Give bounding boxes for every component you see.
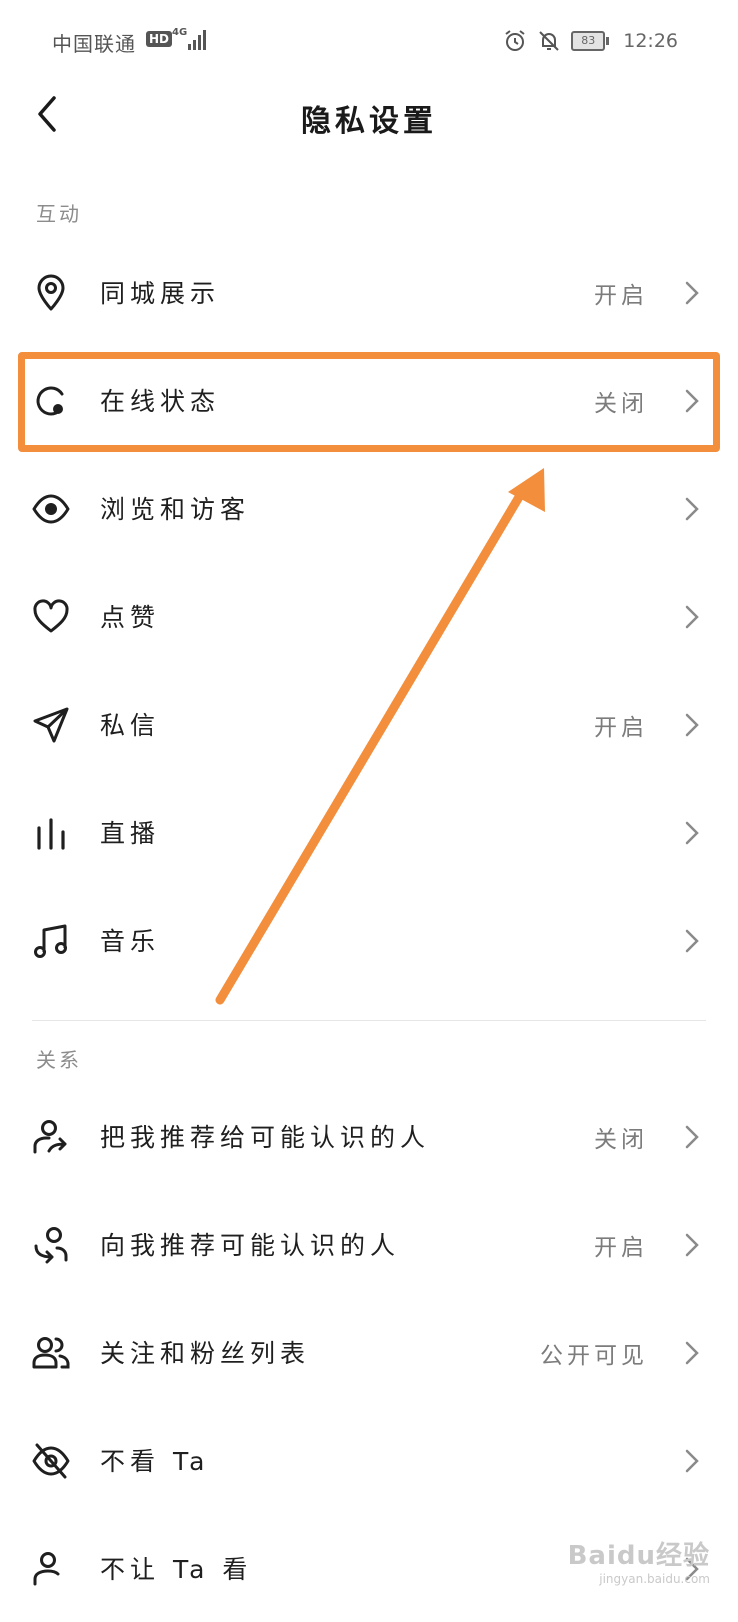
- chevron-right-icon: [685, 497, 699, 521]
- chevron-right-icon: [685, 1449, 699, 1473]
- setting-label: 把我推荐给可能认识的人: [100, 1123, 431, 1152]
- setting-label: 向我推荐可能认识的人: [100, 1231, 401, 1260]
- chevron-right-icon: [685, 1341, 699, 1365]
- setting-row-messages[interactable]: 私信 开启: [0, 670, 738, 778]
- setting-label: 不看 Ta: [100, 1447, 210, 1476]
- signal-icon: [188, 30, 206, 50]
- setting-label: 音乐: [100, 927, 161, 956]
- setting-row-live[interactable]: 直播: [0, 778, 738, 886]
- setting-label: 关注和粉丝列表: [100, 1339, 311, 1368]
- header: 隐私设置: [0, 80, 738, 150]
- setting-value: 开启: [594, 715, 648, 741]
- setting-row-follow-fans-list[interactable]: 关注和粉丝列表 公开可见: [0, 1298, 738, 1406]
- chevron-right-icon: [685, 929, 699, 953]
- bars-icon: [37, 818, 65, 850]
- user-recommend-icon: [34, 1227, 68, 1264]
- setting-row-online-status[interactable]: 在线状态 关闭: [0, 346, 738, 454]
- user-block-icon: [33, 1552, 60, 1586]
- setting-row-recommend-me[interactable]: 把我推荐给可能认识的人 关闭: [0, 1082, 738, 1190]
- setting-value: 关闭: [594, 391, 648, 417]
- watermark-logo: Baidu经验: [567, 1541, 710, 1571]
- chevron-right-icon: [685, 713, 699, 737]
- alarm-icon: [505, 30, 525, 51]
- chevron-right-icon: [685, 281, 699, 305]
- setting-row-music[interactable]: 音乐: [0, 886, 738, 994]
- location-pin-icon: [37, 274, 65, 311]
- setting-value: 开启: [594, 283, 648, 309]
- setting-value: 关闭: [594, 1127, 648, 1153]
- network-type: 4G: [172, 27, 188, 38]
- battery-indicator: 83: [571, 31, 610, 51]
- section-label-interaction: 互动: [36, 202, 82, 226]
- music-note-icon: [34, 924, 67, 958]
- setting-row-dont-see[interactable]: 不看 Ta: [0, 1406, 738, 1514]
- chevron-right-icon: [685, 821, 699, 845]
- setting-label: 浏览和访客: [100, 495, 251, 524]
- paper-plane-icon: [33, 707, 69, 743]
- online-status-icon: [36, 386, 64, 416]
- setting-label: 私信: [100, 711, 161, 740]
- setting-row-likes[interactable]: 点赞: [0, 562, 738, 670]
- setting-label: 在线状态: [100, 387, 221, 416]
- carrier-name: 中国联通: [52, 32, 136, 56]
- setting-label: 不让 Ta 看: [100, 1555, 253, 1584]
- mute-icon: [539, 31, 559, 51]
- users-icon: [32, 1337, 70, 1369]
- chevron-right-icon: [685, 1125, 699, 1149]
- eye-icon: [32, 494, 70, 524]
- setting-label: 点赞: [100, 603, 161, 632]
- heart-icon: [33, 599, 69, 633]
- section-divider: [32, 1020, 706, 1021]
- watermark-url: jingyan.baidu.com: [599, 1572, 710, 1586]
- chevron-right-icon: [685, 605, 699, 629]
- setting-value: 开启: [594, 1235, 648, 1261]
- hd-badge: HD: [146, 31, 173, 47]
- setting-label: 直播: [100, 819, 161, 848]
- watermark: Baidu经验 jingyan.baidu.com: [568, 1535, 710, 1586]
- setting-row-nearby[interactable]: 同城展示 开启: [0, 238, 738, 346]
- eye-off-icon: [32, 1443, 70, 1479]
- user-share-icon: [33, 1120, 67, 1154]
- clock: 12:26: [623, 30, 678, 52]
- section-label-relations: 关系: [36, 1048, 82, 1072]
- setting-label: 同城展示: [100, 279, 221, 308]
- page-title: 隐私设置: [301, 104, 437, 139]
- setting-row-views-visitors[interactable]: 浏览和访客: [0, 454, 738, 562]
- chevron-right-icon: [685, 389, 699, 413]
- status-bar: 中国联通 HD 4G 83 12:26: [0, 0, 738, 80]
- setting-value: 公开可见: [540, 1343, 648, 1369]
- setting-row-recommend-to-me[interactable]: 向我推荐可能认识的人 开启: [0, 1190, 738, 1298]
- chevron-right-icon: [685, 1233, 699, 1257]
